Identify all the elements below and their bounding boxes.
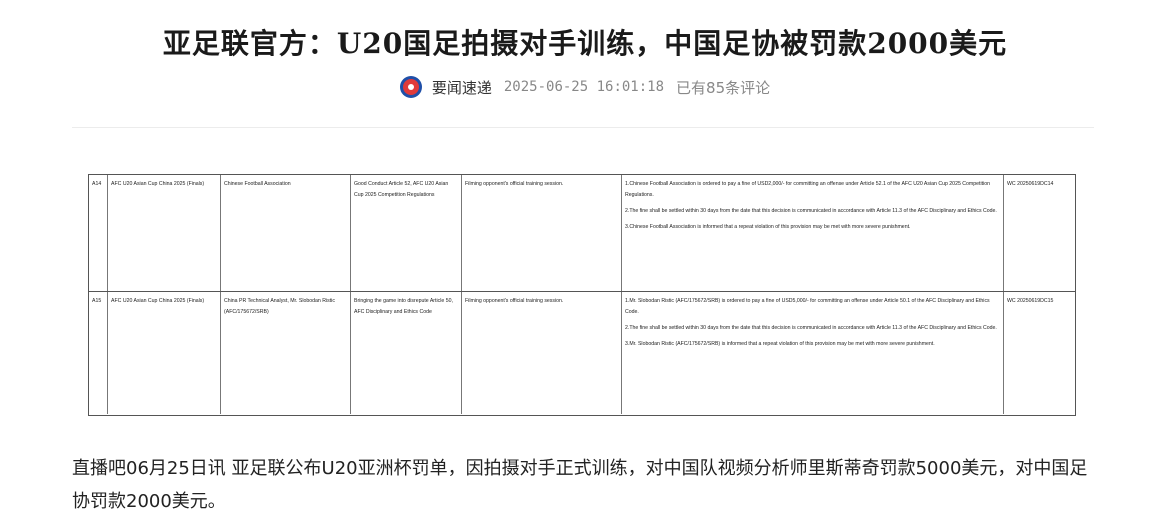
- reference-cell: WC 20250619DC15: [1007, 298, 1054, 304]
- decision-item: 2.The fine shall be settled within 30 da…: [625, 208, 997, 214]
- decision-item: 1.Mr. Slobodan Ristic (AFC/175672/SRB) i…: [625, 298, 990, 315]
- comment-count[interactable]: 已有85条评论: [676, 77, 770, 98]
- decision-cell: 1.Mr. Slobodan Ristic (AFC/175672/SRB) i…: [622, 292, 1004, 414]
- sanctions-document-image: A14 AFC U20 Asian Cup China 2025 (Finals…: [88, 174, 1076, 416]
- article-body-paragraph: 直播吧06月25日讯 亚足联公布U20亚洲杯罚单，因拍摄对手正式训练，对中国队视…: [72, 458, 1088, 512]
- table-row: A14 AFC U20 Asian Cup China 2025 (Finals…: [89, 175, 1075, 292]
- decision-item: 3.Mr. Slobodan Ristic (AFC/175672/SRB) i…: [625, 341, 935, 347]
- source-avatar-icon[interactable]: [399, 76, 422, 98]
- decision-item: 2.The fine shall be settled within 30 da…: [625, 325, 997, 331]
- decision-item: 3.Chinese Football Association is inform…: [625, 224, 911, 230]
- offence-cell: Filming opponent's official training ses…: [462, 175, 622, 291]
- article-title: 亚足联官方：U20国足拍摄对手训练，中国足协被罚款2000美元: [162, 27, 1008, 60]
- regulation-cell: Good Conduct Article 52, AFC U20 Asian C…: [351, 175, 462, 291]
- header-divider: [72, 127, 1094, 128]
- decision-cell: 1.Chinese Football Association is ordere…: [622, 175, 1004, 291]
- row-number: A15: [89, 292, 108, 414]
- table-row: A15 AFC U20 Asian Cup China 2025 (Finals…: [89, 292, 1075, 414]
- party-cell: China PR Technical Analyst, Mr. Slobodan…: [221, 292, 351, 414]
- party-cell: Chinese Football Association: [221, 175, 351, 291]
- decision-item: 1.Chinese Football Association is ordere…: [625, 181, 990, 198]
- regulation-cell: Bringing the game into disrepute Article…: [351, 292, 462, 414]
- competition-cell: AFC U20 Asian Cup China 2025 (Finals): [108, 175, 221, 291]
- article-meta: 要闻速递 2025-06-25 16:01:18 已有85条评论: [0, 76, 1170, 98]
- reference-cell: WC 20250619DC14: [1007, 181, 1054, 187]
- source-name[interactable]: 要闻速递: [432, 77, 492, 98]
- competition-cell: AFC U20 Asian Cup China 2025 (Finals): [108, 292, 221, 414]
- row-number: A14: [89, 175, 108, 291]
- offence-cell: Filming opponent's official training ses…: [462, 292, 622, 414]
- publish-datetime: 2025-06-25 16:01:18: [503, 79, 665, 95]
